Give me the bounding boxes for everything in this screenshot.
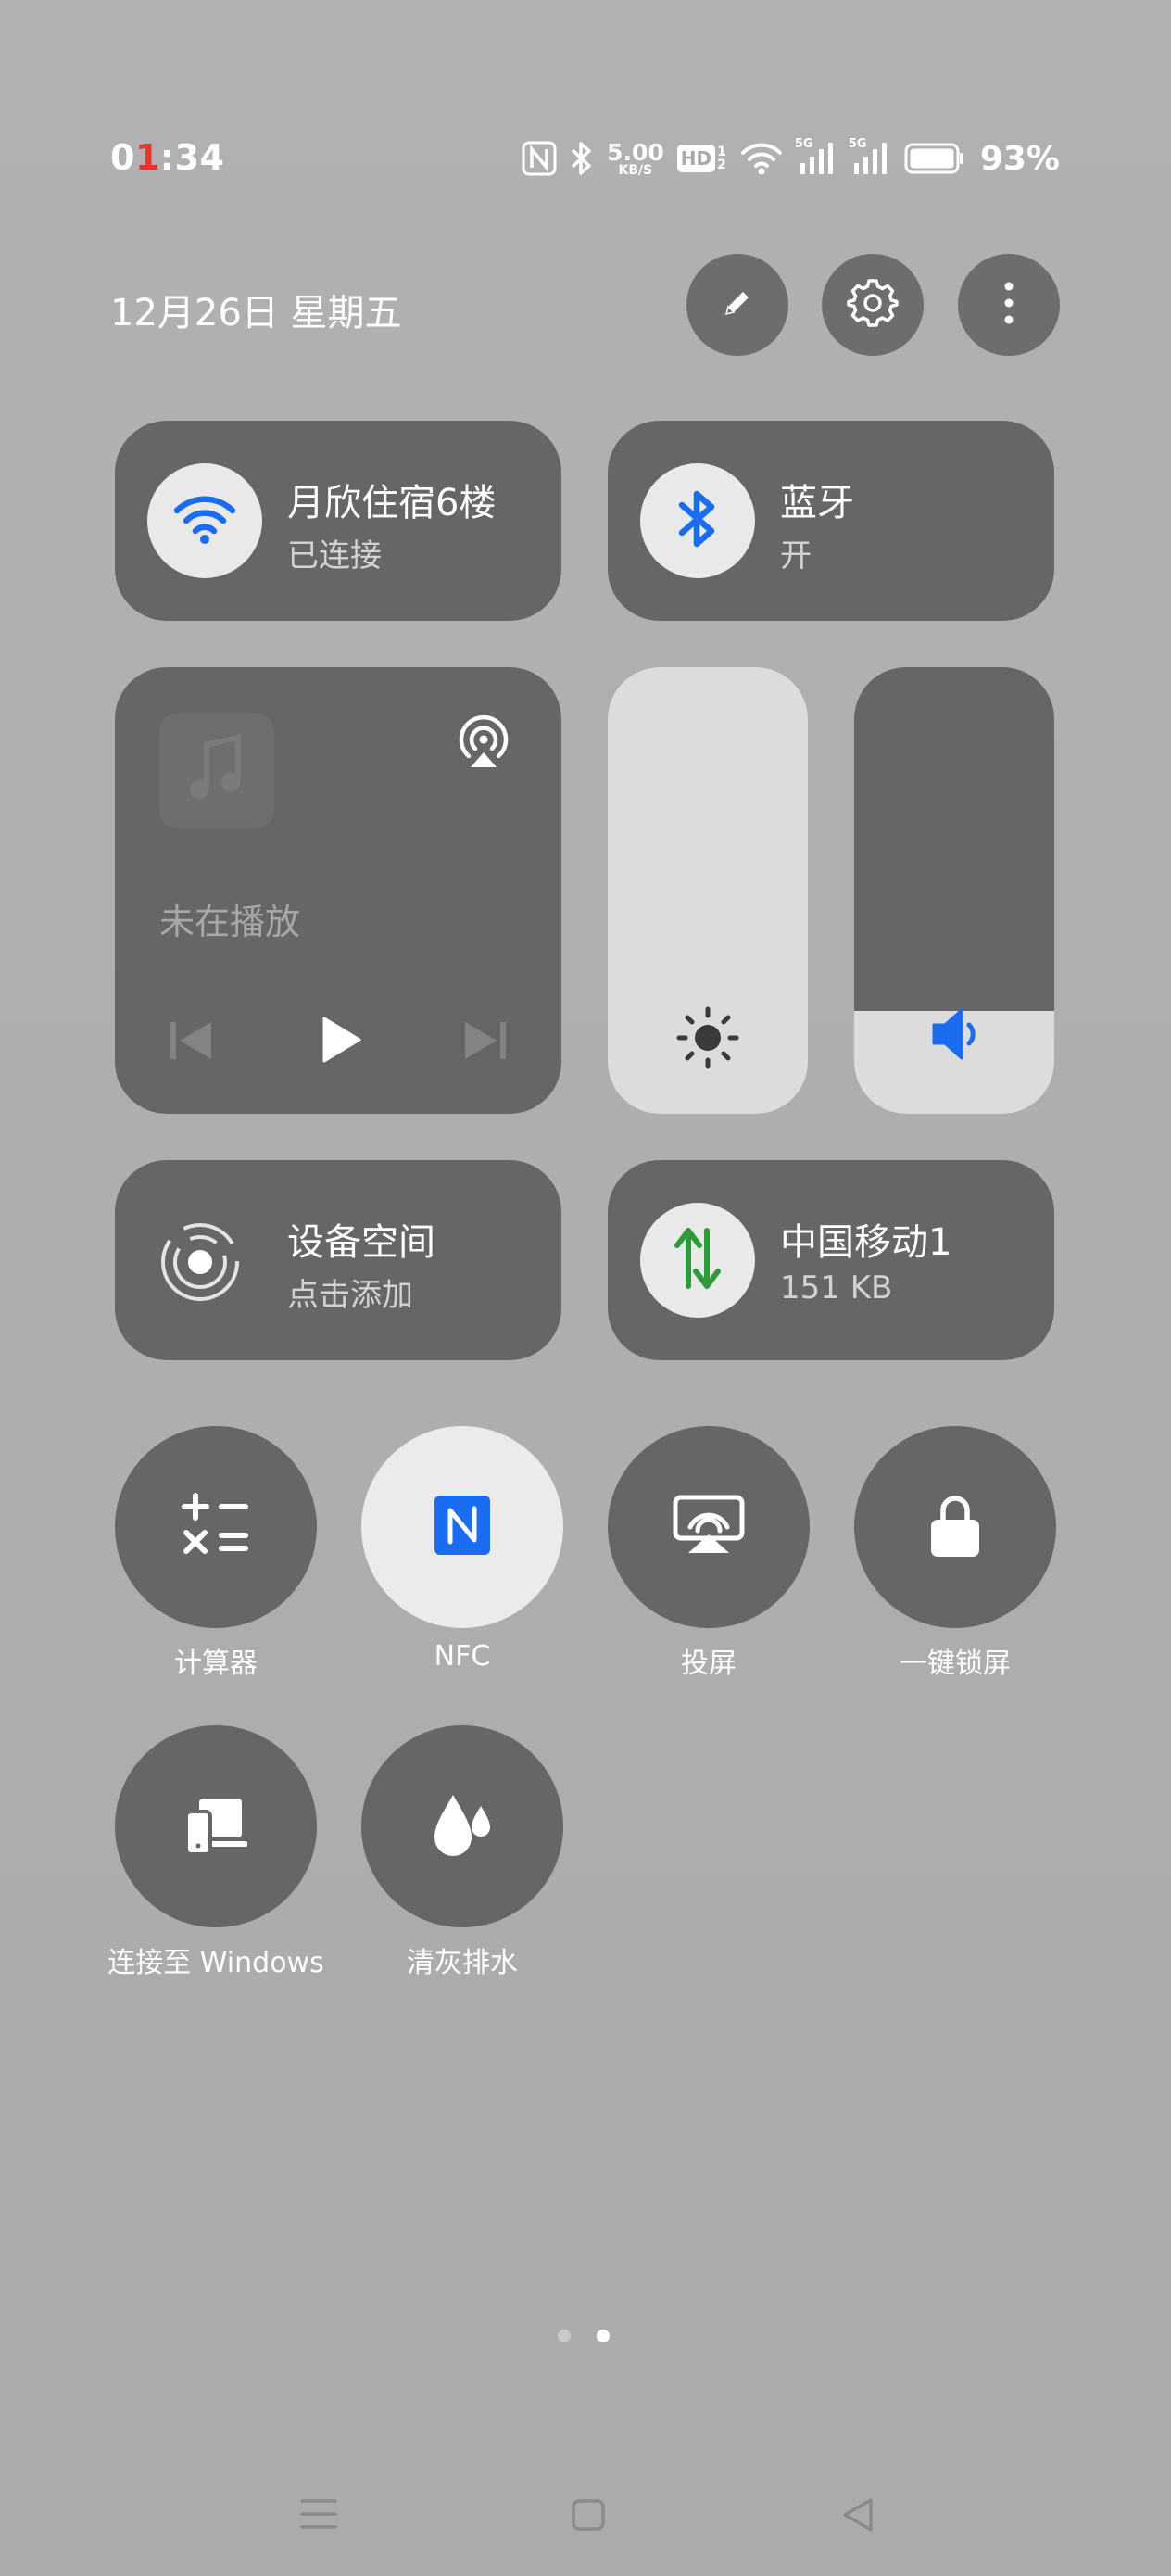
menu-icon <box>298 2499 339 2535</box>
data-usage: 151 KB <box>780 1269 893 1307</box>
mobile-data-tile[interactable]: 中国移动1 151 KB <box>608 1160 1054 1360</box>
wifi-status: 已连接 <box>287 537 382 575</box>
page-dot-1[interactable] <box>558 2330 571 2342</box>
bluetooth-label: 蓝牙 <box>780 482 854 524</box>
wifi-status-icon <box>739 141 784 176</box>
speaker-icon <box>930 1004 982 1067</box>
cast-button[interactable] <box>452 710 515 777</box>
home-button[interactable] <box>571 2498 606 2535</box>
album-art <box>159 713 274 828</box>
next-button[interactable] <box>461 1019 508 1066</box>
screen-cast-icon <box>672 1494 746 1560</box>
nfc-status-icon <box>522 141 557 176</box>
brightness-slider[interactable] <box>608 667 808 1114</box>
previous-icon <box>169 1022 215 1066</box>
water-drops-icon <box>429 1787 496 1865</box>
play-icon <box>321 1017 363 1067</box>
settings-button[interactable] <box>822 254 924 356</box>
more-vertical-icon <box>1003 281 1014 329</box>
media-player-tile[interactable]: 未在播放 <box>115 667 561 1114</box>
bluetooth-toggle[interactable] <box>640 463 755 578</box>
wifi-network-name: 月欣住宿6楼 <box>287 482 497 524</box>
previous-button[interactable] <box>169 1019 215 1066</box>
date-label: 12月26日 星期五 <box>110 292 402 335</box>
device-space-tile[interactable]: 设备空间 点击添加 <box>115 1160 561 1360</box>
calculator-icon <box>181 1490 251 1564</box>
status-time: 01:34 <box>110 137 225 178</box>
edit-button[interactable] <box>686 254 788 356</box>
status-icons: 5.00 KB/S HD 12 5G 5G 93% <box>522 135 1060 182</box>
lock-icon <box>928 1492 982 1562</box>
home-icon <box>571 2499 606 2535</box>
connect-windows-icon <box>183 1793 249 1860</box>
cast-icon <box>452 714 515 777</box>
bluetooth-icon <box>676 486 719 555</box>
sun-icon <box>674 1004 741 1075</box>
lock-screen-toggle[interactable] <box>854 1426 1056 1628</box>
battery-percent: 93% <box>979 139 1060 178</box>
device-space-hint: 点击添加 <box>287 1277 413 1314</box>
screen-cast-label: 投屏 <box>681 1648 737 1680</box>
next-icon <box>461 1022 508 1066</box>
gear-icon <box>847 277 899 333</box>
play-button[interactable] <box>321 1016 363 1067</box>
more-button[interactable] <box>958 254 1060 356</box>
bluetooth-tile[interactable]: 蓝牙 开 <box>608 421 1054 621</box>
back-button[interactable] <box>839 2496 876 2537</box>
device-space-icon <box>156 1218 245 1310</box>
connect-windows-toggle[interactable] <box>115 1725 317 1927</box>
lock-screen-label: 一键锁屏 <box>900 1648 1011 1680</box>
pencil-icon <box>717 283 758 327</box>
bluetooth-status: 开 <box>780 537 812 575</box>
recent-apps-button[interactable] <box>298 2496 339 2535</box>
device-space-label: 设备空间 <box>287 1221 435 1264</box>
media-status: 未在播放 <box>159 902 301 942</box>
dust-drain-label: 清灰排水 <box>407 1947 518 1979</box>
signal-sim2-icon: 5G <box>849 137 891 176</box>
wifi-toggle[interactable] <box>147 463 262 578</box>
music-note-icon <box>186 734 247 808</box>
connect-windows-label: 连接至 Windows <box>107 1947 324 1979</box>
bluetooth-status-icon <box>570 140 594 177</box>
calculator-label: 计算器 <box>174 1648 258 1680</box>
nfc-toggle[interactable] <box>361 1426 563 1628</box>
hd-voice-icon: HD 12 <box>676 145 726 172</box>
data-arrows-icon <box>670 1225 725 1295</box>
network-speed: 5.00 KB/S <box>607 138 664 178</box>
wifi-icon <box>172 493 237 549</box>
page-dot-2-active[interactable] <box>597 2330 610 2342</box>
mobile-data-toggle[interactable] <box>640 1203 755 1318</box>
calculator-toggle[interactable] <box>115 1426 317 1628</box>
volume-slider[interactable] <box>854 667 1054 1114</box>
wifi-tile[interactable]: 月欣住宿6楼 已连接 <box>115 421 561 621</box>
dust-drain-toggle[interactable] <box>361 1725 563 1927</box>
nfc-icon <box>433 1494 492 1560</box>
nfc-label: NFC <box>434 1640 491 1673</box>
carrier-name: 中国移动1 <box>780 1221 952 1264</box>
battery-icon <box>904 142 965 175</box>
back-icon <box>839 2498 876 2537</box>
signal-sim1-icon: 5G <box>795 137 837 176</box>
screen-cast-toggle[interactable] <box>608 1426 810 1628</box>
